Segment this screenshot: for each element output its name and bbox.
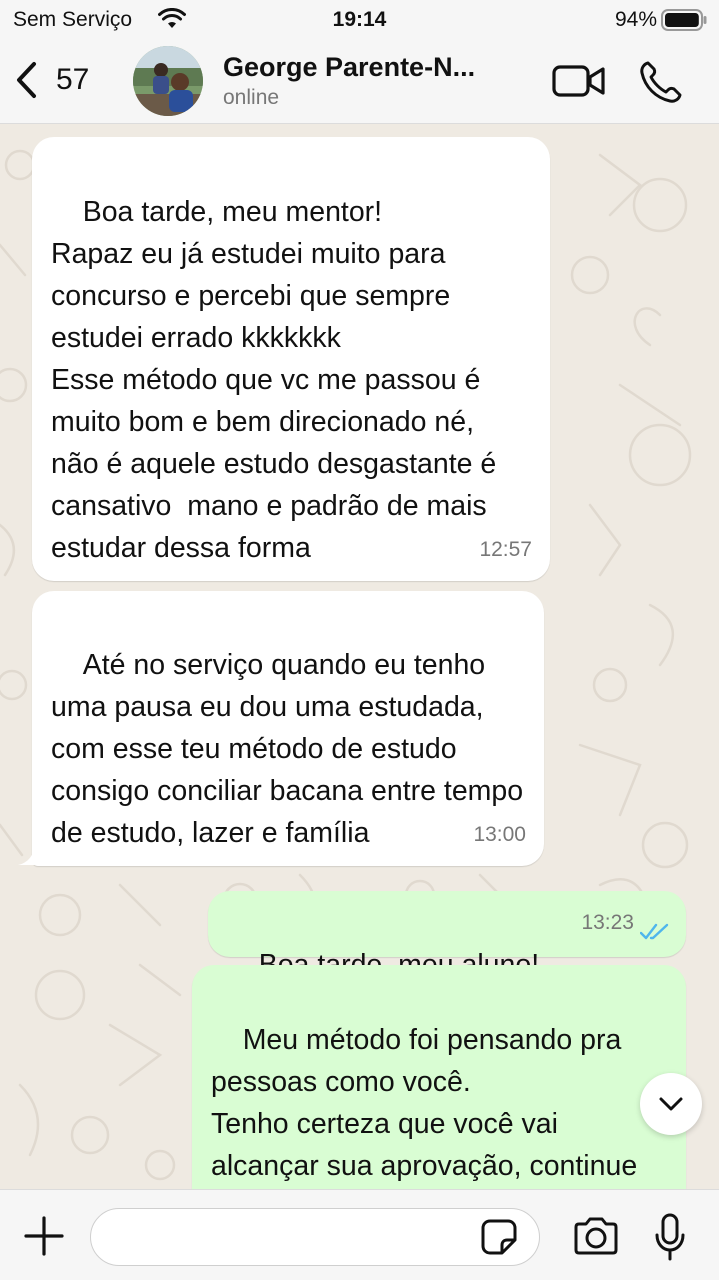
message-text: Até no serviço quando eu tenho uma pausa… [51, 649, 532, 849]
clock: 19:14 [332, 8, 387, 31]
unread-count: 57 [56, 63, 90, 96]
contact-status: online [223, 86, 280, 109]
message-input[interactable] [90, 1208, 540, 1266]
read-receipt-icon [640, 923, 669, 940]
microphone-icon[interactable] [654, 1212, 686, 1262]
chat-header: 57 George Parente-N... online [0, 40, 719, 124]
message-bubble-incoming[interactable]: Até no serviço quando eu tenho uma pausa… [32, 591, 544, 866]
message-text: Meu método foi pensando pra pessoas como… [211, 1024, 638, 1182]
video-camera-icon[interactable] [552, 62, 606, 100]
phone-icon[interactable] [638, 60, 684, 104]
contact-name[interactable]: George Parente-N... [223, 52, 475, 83]
message-bubble-outgoing[interactable]: Boa tarde, meu aluno! 13:23 [208, 891, 686, 981]
message-time: 13:23 [581, 911, 634, 934]
scroll-to-bottom-button[interactable] [640, 1073, 702, 1135]
plus-icon[interactable] [22, 1214, 66, 1258]
chevron-left-icon [17, 62, 36, 98]
status-bar: Sem Serviço 19:14 94% [0, 0, 719, 40]
sticker-icon[interactable] [480, 1218, 518, 1256]
message-time: 13:00 [473, 823, 526, 846]
battery-percent: 94% [614, 8, 657, 31]
camera-icon[interactable] [572, 1216, 620, 1256]
composer-bar [0, 1189, 719, 1280]
avatar-photo [133, 46, 203, 116]
bubble-tail [18, 843, 48, 865]
chat-area[interactable]: Boa tarde, meu mentor! Rapaz eu já estud… [0, 125, 719, 1189]
chevron-down-icon [659, 1097, 683, 1111]
battery-icon [661, 9, 707, 31]
message-bubble-outgoing[interactable]: Meu método foi pensando pra pessoas como… [192, 965, 686, 1189]
avatar[interactable] [133, 46, 203, 116]
back-button[interactable]: 57 [12, 58, 112, 102]
message-time: 12:57 [479, 538, 532, 561]
message-bubble-incoming[interactable]: Boa tarde, meu mentor! Rapaz eu já estud… [32, 137, 550, 581]
message-text: Boa tarde, meu mentor! Rapaz eu já estud… [51, 196, 497, 564]
